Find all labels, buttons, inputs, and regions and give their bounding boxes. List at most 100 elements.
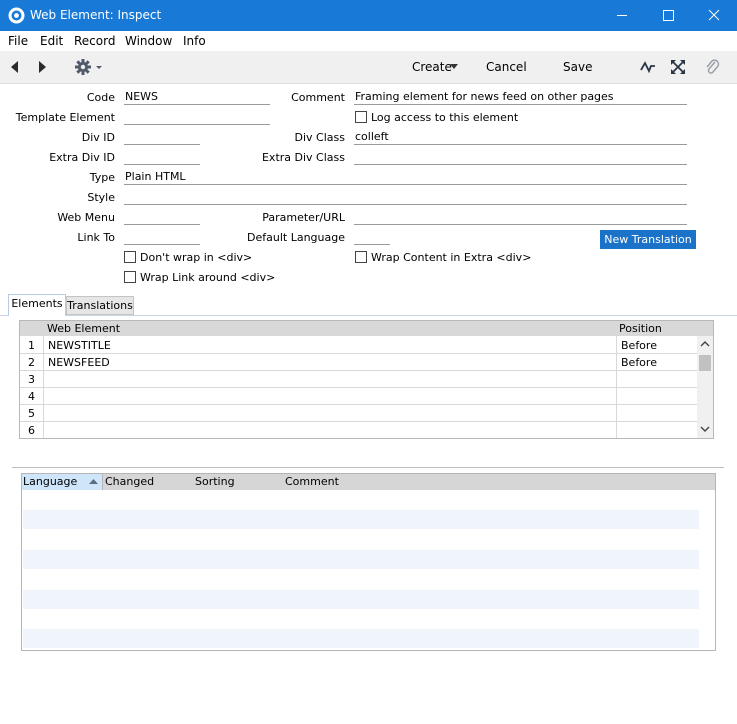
expand-icon[interactable] (670, 59, 686, 75)
elements-grid-header: Web Element Position (20, 321, 713, 336)
default-language-label: Default Language (247, 231, 345, 244)
back-arrow-icon[interactable] (9, 59, 21, 75)
tab-translations[interactable]: Translations (66, 296, 134, 315)
row-number: 3 (28, 373, 35, 386)
style-label: Style (87, 191, 115, 204)
save-button[interactable]: Save (563, 60, 592, 74)
dont-wrap-label: Don't wrap in <div> (140, 251, 253, 264)
col-header-changed[interactable]: Changed (105, 475, 154, 488)
code-label: Code (86, 91, 115, 104)
list-item[interactable] (23, 590, 699, 609)
default-language-field[interactable] (354, 230, 390, 245)
wrap-link-label: Wrap Link around <div> (140, 271, 276, 284)
forward-arrow-icon[interactable] (36, 59, 48, 75)
div-id-label: Div ID (81, 131, 115, 144)
wrap-link-checkbox[interactable] (124, 271, 136, 283)
menu-edit[interactable]: Edit (40, 34, 63, 48)
div-class-field[interactable]: colleft (354, 130, 687, 145)
template-element-field[interactable] (124, 110, 270, 125)
elements-grid: Web Element Position 1 NEWSTITLE Before … (19, 320, 714, 439)
extra-div-class-label: Extra Div Class (261, 151, 345, 164)
row-number: 6 (28, 424, 35, 437)
translations-header: Language Changed Sorting Comment (22, 474, 715, 490)
table-row[interactable]: 6 (20, 422, 697, 439)
menu-info[interactable]: Info (183, 34, 206, 48)
app-icon (8, 7, 25, 24)
log-access-label: Log access to this element (371, 111, 519, 124)
window-title: Web Element: Inspect (30, 8, 162, 22)
maximize-icon (663, 10, 674, 21)
row-number: 1 (28, 339, 35, 352)
close-icon (708, 9, 720, 21)
menu-file[interactable]: File (8, 34, 28, 48)
minimize-button[interactable] (599, 0, 645, 31)
window-titlebar: Web Element: Inspect (0, 0, 737, 31)
wrap-content-label: Wrap Content in Extra <div> (371, 251, 532, 264)
section-divider (12, 467, 724, 468)
table-row[interactable]: 1 NEWSTITLE Before (20, 337, 697, 354)
gear-icon[interactable] (74, 58, 106, 76)
table-row[interactable]: 3 (20, 371, 697, 388)
scrollbar-thumb[interactable] (699, 355, 711, 371)
create-button[interactable]: Create (412, 60, 452, 74)
div-id-field[interactable] (124, 130, 200, 145)
comment-label: Comment (291, 91, 345, 104)
div-class-label: Div Class (294, 131, 345, 144)
col-header-language-cell[interactable]: Language (22, 474, 103, 490)
link-to-field[interactable] (124, 230, 200, 245)
col-header-web-element: Web Element (47, 322, 121, 335)
elements-scrollbar[interactable] (697, 336, 713, 438)
scroll-up-arrow-icon[interactable] (700, 340, 710, 347)
row-number: 2 (28, 356, 35, 369)
extra-div-id-label: Extra Div ID (49, 151, 115, 164)
header-form: Code NEWS Template Element Div ID Extra … (0, 84, 737, 299)
paperclip-icon[interactable] (704, 58, 720, 76)
type-label: Type (89, 171, 115, 184)
chevron-down-icon (450, 64, 458, 69)
close-button[interactable] (691, 0, 737, 31)
new-translation-button[interactable]: New Translation (600, 230, 696, 249)
translations-table: Language Changed Sorting Comment (21, 473, 716, 651)
col-header-sorting[interactable]: Sorting (195, 475, 235, 488)
col-header-language[interactable]: Language (23, 475, 77, 488)
extra-div-class-field[interactable] (354, 150, 687, 165)
type-field[interactable]: Plain HTML (124, 170, 687, 185)
dont-wrap-checkbox[interactable] (124, 251, 136, 263)
row-number: 5 (28, 407, 35, 420)
row-position[interactable]: Before (621, 356, 657, 369)
row-position[interactable]: Before (621, 339, 657, 352)
link-to-label: Link To (77, 231, 115, 244)
menu-bar: File Edit Record Window Info (0, 31, 737, 51)
row-number: 4 (28, 390, 35, 403)
row-web-element[interactable]: NEWSTITLE (48, 339, 111, 352)
activity-icon[interactable] (640, 59, 656, 75)
menu-window[interactable]: Window (125, 34, 172, 48)
tab-elements[interactable]: Elements (8, 294, 66, 316)
col-header-comment[interactable]: Comment (285, 475, 339, 488)
list-item[interactable] (23, 550, 699, 569)
cancel-button[interactable]: Cancel (486, 60, 527, 74)
parameter-url-field[interactable] (354, 210, 687, 225)
menu-record[interactable]: Record (74, 34, 115, 48)
extra-div-id-field[interactable] (124, 150, 200, 165)
web-menu-label: Web Menu (57, 211, 115, 224)
web-menu-field[interactable] (124, 210, 200, 225)
list-item[interactable] (23, 510, 699, 529)
maximize-button[interactable] (645, 0, 691, 31)
table-row[interactable]: 4 (20, 388, 697, 405)
sort-ascending-icon (89, 479, 98, 484)
list-item[interactable] (23, 629, 699, 648)
style-field[interactable] (124, 190, 687, 205)
table-row[interactable]: 5 (20, 405, 697, 422)
table-row[interactable]: 2 NEWSFEED Before (20, 354, 697, 371)
col-header-position: Position (619, 322, 662, 335)
minimize-icon (617, 15, 627, 16)
comment-field[interactable]: Framing element for news feed on other p… (354, 90, 687, 105)
row-web-element[interactable]: NEWSFEED (48, 356, 110, 369)
scroll-down-arrow-icon[interactable] (700, 426, 710, 433)
log-access-checkbox[interactable] (355, 111, 367, 123)
wrap-content-checkbox[interactable] (355, 251, 367, 263)
parameter-url-label: Parameter/URL (262, 211, 345, 224)
toolbar: Create Cancel Save (0, 51, 737, 84)
tab-bar: Elements Translations (0, 292, 737, 316)
